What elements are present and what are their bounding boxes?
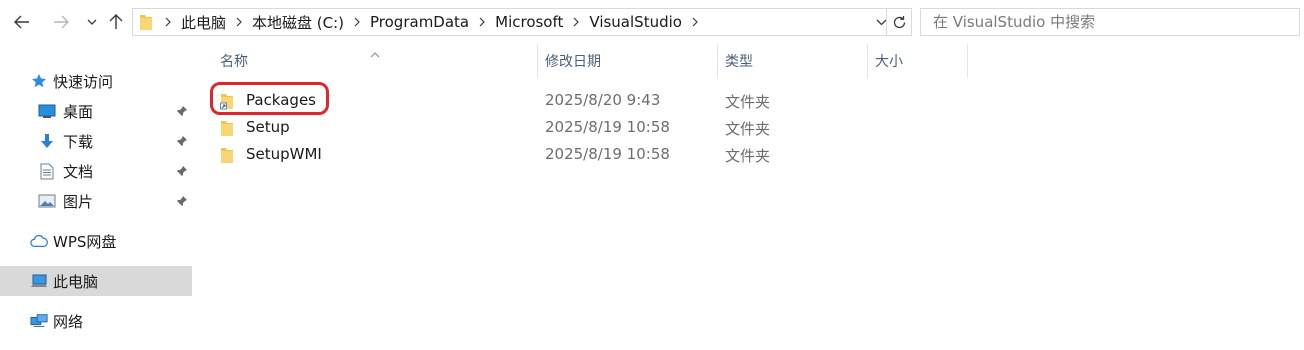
column-divider[interactable] xyxy=(867,44,868,78)
nav-label: 网络 xyxy=(53,312,84,331)
forward-arrow-icon xyxy=(54,15,69,29)
chevron-right-icon[interactable] xyxy=(565,17,587,27)
file-list: 名称 修改日期 类型 大小 Packages 2025/8/20 9:43 文件… xyxy=(194,44,1304,350)
pin-icon[interactable] xyxy=(176,135,188,151)
file-name: SetupWMI xyxy=(246,145,322,163)
forward-button[interactable] xyxy=(49,11,73,33)
column-header-type[interactable]: 类型 xyxy=(725,44,753,78)
pin-icon[interactable] xyxy=(176,195,188,211)
chevron-right-icon[interactable] xyxy=(684,17,706,27)
search-box[interactable] xyxy=(920,8,1300,36)
file-type: 文件夹 xyxy=(725,120,771,138)
chevron-right-icon[interactable] xyxy=(471,17,493,27)
breadcrumb: 此电脑 本地磁盘 (C:) ProgramData Microsoft VisualSt… xyxy=(157,9,706,35)
star-icon xyxy=(30,73,48,89)
breadcrumb-trailing-chevron[interactable] xyxy=(684,9,706,35)
nav-item-desktop[interactable]: 桌面 xyxy=(0,96,192,126)
up-arrow-icon xyxy=(109,14,123,29)
search-input[interactable] xyxy=(931,9,1299,35)
back-button[interactable] xyxy=(10,11,34,33)
file-name: Setup xyxy=(246,118,290,136)
chevron-right-icon[interactable] xyxy=(346,17,368,27)
folder-icon xyxy=(139,13,153,31)
refresh-button[interactable] xyxy=(886,9,911,35)
picture-icon xyxy=(38,193,56,209)
nav-label: 下载 xyxy=(63,132,94,151)
nav-item-network[interactable]: 网络 xyxy=(0,306,192,336)
file-modified: 2025/8/20 9:43 xyxy=(545,91,661,109)
nav-label: WPS网盘 xyxy=(53,232,117,251)
file-modified: 2025/8/19 10:58 xyxy=(545,145,670,163)
column-header-modified[interactable]: 修改日期 xyxy=(545,44,601,78)
cloud-icon xyxy=(30,233,48,249)
address-bar[interactable]: 此电脑 本地磁盘 (C:) ProgramData Microsoft VisualSt… xyxy=(132,8,912,36)
back-arrow-icon xyxy=(14,15,29,29)
breadcrumb-item[interactable]: 本地磁盘 (C:) xyxy=(228,9,346,35)
pin-icon[interactable] xyxy=(176,105,188,121)
nav-item-wps-cloud[interactable]: WPS网盘 xyxy=(0,226,192,256)
nav-item-pictures[interactable]: 图片 xyxy=(0,186,192,216)
breadcrumb-item[interactable]: VisualStudio xyxy=(565,9,684,35)
recent-locations-button[interactable] xyxy=(84,11,100,33)
chevron-right-icon[interactable] xyxy=(228,17,250,27)
breadcrumb-label: ProgramData xyxy=(370,13,470,31)
file-modified: 2025/8/19 10:58 xyxy=(545,118,670,136)
nav-item-quick-access[interactable]: 快速访问 xyxy=(0,66,192,96)
breadcrumb-label: VisualStudio xyxy=(589,13,682,31)
nav-label: 此电脑 xyxy=(53,272,99,291)
sort-ascending-icon xyxy=(370,46,380,62)
table-row[interactable]: SetupWMI 2025/8/19 10:58 文件夹 xyxy=(210,141,1010,168)
table-row[interactable]: Packages 2025/8/20 9:43 文件夹 xyxy=(210,87,1010,114)
nav-item-downloads[interactable]: 下载 xyxy=(0,126,192,156)
navigation-pane: 快速访问 桌面 下载 文档 图片 WPS网盘 此电脑 网络 xyxy=(0,44,194,350)
download-arrow-icon xyxy=(38,133,56,149)
up-button[interactable] xyxy=(106,11,126,33)
nav-item-documents[interactable]: 文档 xyxy=(0,156,192,186)
nav-item-this-pc[interactable]: 此电脑 xyxy=(0,266,192,296)
column-header-size[interactable]: 大小 xyxy=(875,44,903,78)
breadcrumb-label: 本地磁盘 (C:) xyxy=(252,13,345,32)
column-divider[interactable] xyxy=(967,44,968,78)
chevron-down-icon xyxy=(87,19,97,25)
column-header-name[interactable]: 名称 xyxy=(220,44,248,78)
document-icon xyxy=(38,163,56,179)
navigation-bar: 此电脑 本地磁盘 (C:) ProgramData Microsoft VisualSt… xyxy=(0,0,1304,44)
file-type: 文件夹 xyxy=(725,147,771,165)
folder-icon xyxy=(220,146,234,168)
breadcrumb-item[interactable]: 此电脑 xyxy=(157,9,228,35)
breadcrumb-label: Microsoft xyxy=(495,13,564,31)
breadcrumb-item[interactable]: Microsoft xyxy=(471,9,565,35)
file-type: 文件夹 xyxy=(725,93,771,111)
nav-label: 文档 xyxy=(63,162,94,181)
pin-icon[interactable] xyxy=(176,165,188,181)
computer-icon xyxy=(30,273,48,289)
nav-label: 桌面 xyxy=(63,102,94,121)
nav-label: 快速访问 xyxy=(53,72,114,91)
breadcrumb-item[interactable]: ProgramData xyxy=(346,9,471,35)
table-row[interactable]: Setup 2025/8/19 10:58 文件夹 xyxy=(210,114,1010,141)
chevron-right-icon[interactable] xyxy=(157,17,179,27)
column-divider[interactable] xyxy=(537,44,538,78)
highlight-annotation xyxy=(210,82,329,115)
column-divider[interactable] xyxy=(717,44,718,78)
breadcrumb-label: 此电脑 xyxy=(181,13,227,32)
desktop-icon xyxy=(38,103,56,119)
folder-icon xyxy=(220,119,234,141)
refresh-icon xyxy=(893,15,905,28)
nav-label: 图片 xyxy=(63,192,94,211)
network-icon xyxy=(30,313,48,329)
